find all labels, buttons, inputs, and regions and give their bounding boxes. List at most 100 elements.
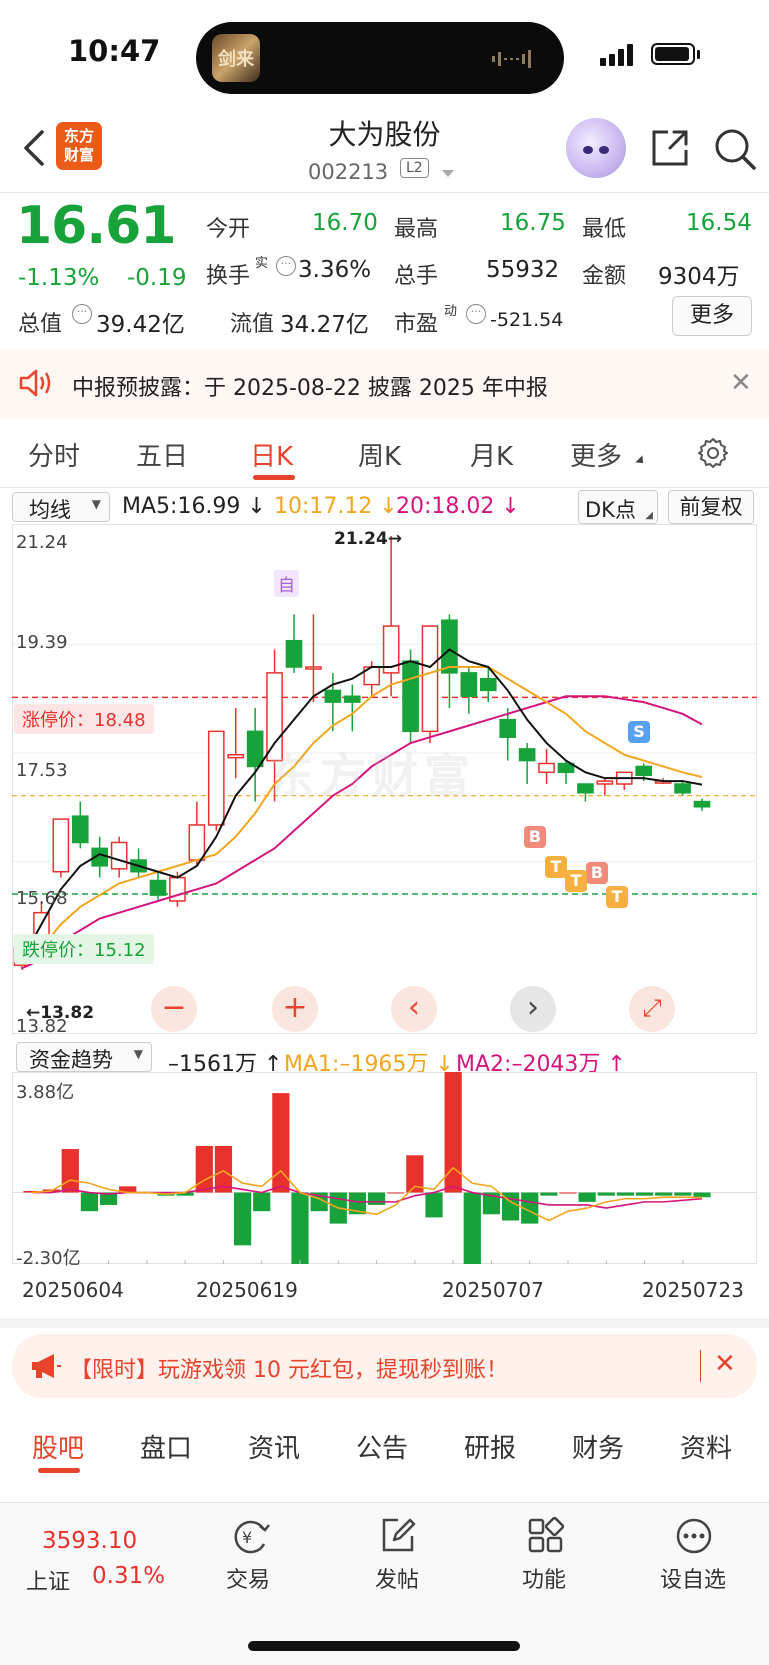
more-info-icon[interactable]: ··· [72, 304, 92, 324]
fullscreen-button[interactable]: ⤢ [629, 986, 675, 1032]
tab-monthly-k[interactable]: 月K [470, 436, 513, 473]
ma10-value: 10:17.12 ↓ [274, 494, 398, 519]
stock-code[interactable]: 002213 [308, 160, 388, 184]
tab-weekly-k[interactable]: 周K [358, 436, 401, 473]
tab-research[interactable]: 研报 [464, 1428, 516, 1465]
tab-more[interactable]: 更多 [570, 436, 622, 473]
self-select-marker[interactable]: 自 [274, 570, 299, 597]
nav-function[interactable]: 功能 [522, 1562, 566, 1594]
nav-trade[interactable]: 交易 [226, 1562, 270, 1594]
island-app-icon[interactable]: 剑来 [212, 34, 260, 82]
tab-financials[interactable]: 财务 [572, 1428, 624, 1465]
share-icon[interactable] [648, 126, 692, 170]
chevron-down-icon[interactable] [442, 170, 454, 177]
t-signal-marker[interactable]: T [606, 886, 628, 908]
notice-text[interactable]: 中报预披露：于 2025-08-22 披露 2025 年中报 [72, 370, 548, 402]
fund-bar [540, 1192, 558, 1196]
candle-body [305, 666, 322, 670]
candle-body [674, 783, 691, 794]
zoom-out-button[interactable]: − [151, 986, 197, 1032]
audio-wave-icon [492, 50, 531, 68]
dk-point-select[interactable]: DK点 ◢ [578, 490, 658, 524]
zoom-in-button[interactable]: + [272, 986, 318, 1032]
fund-bar [253, 1192, 271, 1212]
candle-body [149, 879, 167, 896]
tab-announcements[interactable]: 公告 [356, 1428, 408, 1465]
tab-news[interactable]: 资讯 [248, 1428, 300, 1465]
volume-value: 55932 [486, 257, 560, 283]
fund-indicator-select[interactable]: 资金趋势 ▼ [16, 1042, 152, 1072]
candle-body [246, 730, 264, 768]
avatar-eye-left [583, 146, 593, 154]
buy-signal-marker[interactable]: B [586, 862, 608, 884]
grid-function-icon[interactable] [526, 1516, 566, 1556]
date-label: 20250604 [22, 1278, 124, 1302]
tab-five-day[interactable]: 五日 [136, 436, 188, 473]
max-price-marker: 21.24→ [334, 529, 403, 549]
price-adjust-button[interactable]: 前复权 [668, 490, 754, 524]
close-icon[interactable]: ✕ [714, 1349, 736, 1379]
candle-body [693, 800, 711, 808]
limit-down-label: 跌停价：15.12 [14, 934, 154, 964]
nav-post[interactable]: 发帖 [375, 1562, 419, 1594]
watermark: 东方财富 [268, 749, 476, 803]
header-divider [0, 192, 769, 193]
chevron-down-icon: ▼ [133, 1047, 143, 1061]
pe-value: -521.54 [490, 309, 564, 331]
fund-bar [367, 1192, 386, 1205]
fund-bar [597, 1192, 615, 1196]
market-cap-value: 39.42亿 [96, 312, 185, 338]
search-icon[interactable] [712, 126, 758, 172]
index-value[interactable]: 3593.10 [42, 1528, 137, 1554]
tab-profile[interactable]: 资料 [680, 1428, 732, 1465]
pan-left-button[interactable]: ‹ [391, 986, 437, 1032]
more-button[interactable]: 更多 [672, 296, 752, 336]
tab-daily-k[interactable]: 日K [250, 436, 293, 473]
pan-right-button[interactable]: › [510, 986, 556, 1032]
avatar-eye-right [599, 146, 609, 154]
t-signal-marker[interactable]: T [565, 870, 587, 892]
candle-body [421, 625, 439, 733]
indicator-select[interactable]: 均线 ▼ [12, 492, 110, 522]
promo-text[interactable]: 【限时】玩游戏领 10 元红包，提现秒到账！ [70, 1352, 508, 1384]
ma20-value: 20:18.02 ↓ [396, 494, 520, 519]
battery-icon [651, 43, 695, 65]
gear-icon[interactable] [696, 436, 730, 470]
more-dots-icon[interactable] [674, 1516, 714, 1556]
candle-body [577, 783, 594, 794]
t-signal-marker[interactable]: T [545, 856, 567, 878]
buy-signal-marker[interactable]: B [524, 826, 546, 848]
more-info-icon[interactable]: ··· [276, 256, 296, 276]
edit-icon[interactable] [378, 1516, 418, 1556]
fund-bar [291, 1192, 309, 1264]
more-info-icon[interactable]: ··· [466, 304, 486, 324]
fund-bar [674, 1192, 692, 1196]
tab-intraday[interactable]: 分时 [28, 436, 80, 473]
level2-badge[interactable]: L2 [400, 158, 429, 178]
tabs-divider [0, 487, 769, 488]
index-name[interactable]: 上证 [26, 1564, 70, 1596]
open-label: 今开 [206, 217, 251, 242]
y-axis-max: 21.24 [16, 532, 68, 553]
tab-orderbook[interactable]: 盘口 [140, 1428, 192, 1465]
fund-bar [80, 1192, 99, 1212]
high-value: 16.75 [500, 210, 566, 236]
index-change[interactable]: 0.31% [92, 1563, 165, 1589]
assistant-avatar[interactable] [566, 118, 626, 178]
market-cap-label: 总值 [18, 312, 63, 337]
fund-chart[interactable] [12, 1072, 757, 1264]
nav-add-watchlist[interactable]: 设自选 [660, 1562, 726, 1594]
low-label: 最低 [582, 217, 627, 242]
tab-forum[interactable]: 股吧 [32, 1428, 84, 1465]
fund-bar [233, 1192, 252, 1246]
fund-y-max: 3.88亿 [16, 1082, 75, 1103]
current-price: 16.61 [16, 196, 176, 256]
high-label: 最高 [394, 217, 439, 242]
candle-body [207, 730, 225, 826]
fund-select-label: 资金趋势 [29, 1048, 113, 1072]
sell-signal-marker[interactable]: S [628, 721, 650, 743]
trade-icon[interactable]: ¥ [228, 1516, 272, 1556]
close-icon[interactable]: ✕ [730, 368, 752, 398]
amount-value: 9304万 [658, 264, 740, 290]
candle-body [52, 818, 70, 873]
